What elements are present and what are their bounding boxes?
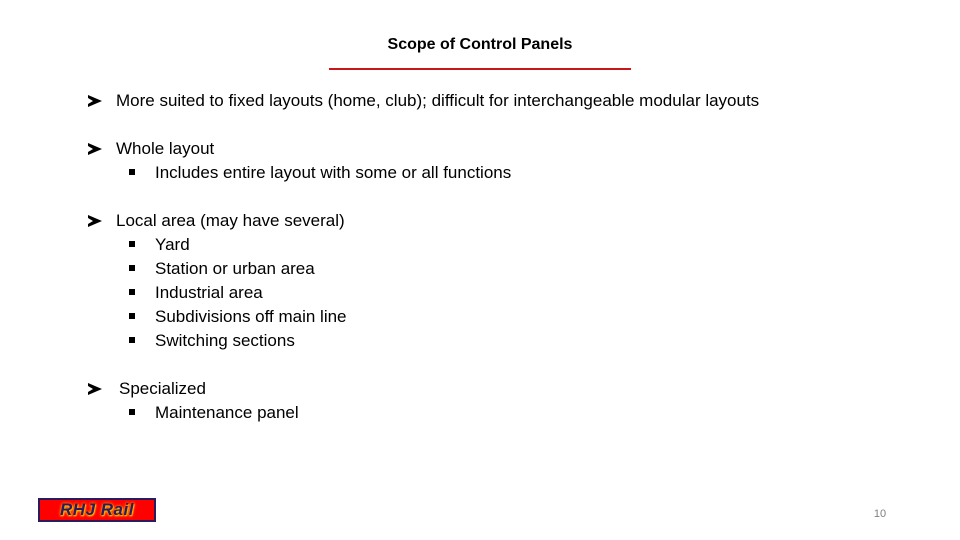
sub-bullet-item: Industrial area <box>129 281 263 305</box>
arrow-bullet-icon <box>88 377 119 402</box>
bullet-item: Whole layout <box>88 137 214 161</box>
bullet-text: More suited to fixed layouts (home, club… <box>116 91 760 110</box>
bullet-list: More suited to fixed layouts (home, club… <box>0 0 960 540</box>
sub-bullet-text: Industrial area <box>155 283 263 302</box>
square-bullet-icon <box>129 168 135 175</box>
bullet-item: Specialized <box>88 377 206 401</box>
rhj-rail-logo: RHJ Rail <box>38 498 156 522</box>
arrow-bullet-icon <box>88 137 116 162</box>
sub-bullet-text: Yard <box>155 235 190 254</box>
square-bullet-icon <box>129 264 135 271</box>
bullet-item: More suited to fixed layouts (home, club… <box>88 89 759 113</box>
logo-text: RHJ Rail <box>60 500 134 519</box>
bullet-text: Specialized <box>119 379 206 398</box>
bullet-text: Whole layout <box>116 139 215 158</box>
sub-bullet-item: Station or urban area <box>129 257 315 281</box>
sub-bullet-text: Maintenance panel <box>155 403 299 422</box>
sub-bullet-text: Switching sections <box>155 331 295 350</box>
square-bullet-icon <box>129 336 135 343</box>
sub-bullet-item: Yard <box>129 233 190 257</box>
sub-bullet-text: Includes entire layout with some or all … <box>155 163 512 182</box>
square-bullet-icon <box>129 312 135 319</box>
arrow-bullet-icon <box>88 89 116 114</box>
square-bullet-icon <box>129 408 135 415</box>
square-bullet-icon <box>129 288 135 295</box>
sub-bullet-item: Switching sections <box>129 329 295 353</box>
square-bullet-icon <box>129 240 135 247</box>
sub-bullet-item: Maintenance panel <box>129 401 299 425</box>
sub-bullet-item: Subdivisions off main line <box>129 305 347 329</box>
bullet-text: Local area (may have several) <box>116 211 345 230</box>
sub-bullet-text: Subdivisions off main line <box>155 307 347 326</box>
sub-bullet-text: Station or urban area <box>155 259 315 278</box>
sub-bullet-item: Includes entire layout with some or all … <box>129 161 511 185</box>
page-number: 10 <box>873 508 887 520</box>
bullet-item: Local area (may have several) <box>88 209 345 233</box>
arrow-bullet-icon <box>88 209 116 234</box>
